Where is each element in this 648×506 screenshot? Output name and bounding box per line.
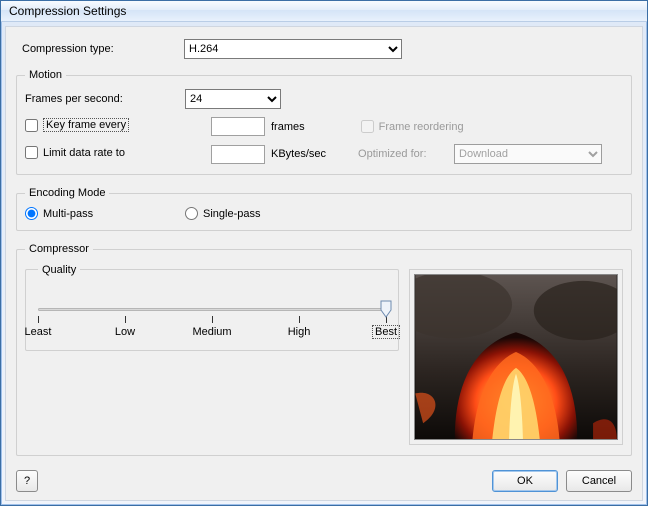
slider-label-low: Low [115,326,135,338]
motion-group: Motion Frames per second: 24 Key frame e… [16,69,632,175]
limit-rate-checkbox[interactable]: Limit data rate to [25,146,125,159]
optimized-for-label: Optimized for: [358,148,454,160]
slider-tick [38,316,39,323]
keyframe-label: Key frame every [43,118,129,132]
slider-tick [125,316,126,323]
compression-settings-window: Compression Settings Compression type: H… [0,0,648,506]
slider-label-high: High [288,326,311,338]
compressor-legend: Compressor [25,243,93,255]
quality-group: Quality LeastLowMediumHighBest [25,269,399,351]
encoding-mode-group: Encoding Mode Multi-pass Single-pass [16,187,632,231]
keyframe-input[interactable] [211,117,265,136]
dialog-footer: ? OK Cancel [16,460,632,492]
multi-pass-input[interactable] [25,207,38,220]
frame-reordering-input [361,120,374,133]
single-pass-input[interactable] [185,207,198,220]
limit-rate-value[interactable] [211,145,265,164]
single-pass-radio[interactable]: Single-pass [185,207,260,220]
quality-slider[interactable]: LeastLowMediumHighBest [38,298,386,338]
compression-type-select[interactable]: H.264 [184,39,402,59]
window-title: Compression Settings [9,4,126,18]
cancel-button[interactable]: Cancel [566,470,632,492]
limit-rate-input[interactable] [25,146,38,159]
slider-thumb[interactable] [380,300,392,318]
ok-button[interactable]: OK [492,470,558,492]
preview-image [414,274,618,440]
keyframe-checkbox-input[interactable] [25,119,38,132]
slider-tick [299,316,300,323]
slider-label-medium: Medium [192,326,231,338]
keyframe-unit: frames [271,121,305,133]
limit-rate-unit: KBytes/sec [271,148,326,160]
single-pass-label: Single-pass [203,208,260,220]
slider-track [38,308,386,311]
encoding-mode-legend: Encoding Mode [25,187,109,199]
quality-legend: Quality [38,264,80,276]
slider-label-best: Best [372,326,400,338]
help-button[interactable]: ? [16,470,38,492]
compression-type-label: Compression type: [16,43,184,55]
motion-legend: Motion [25,69,66,81]
keyframe-checkbox[interactable]: Key frame every [25,118,129,132]
limit-rate-label: Limit data rate to [43,147,125,159]
compressor-group: Compressor Quality Least Low Medium High Bes… [16,243,632,456]
slider-label-least: Least [25,326,52,338]
frame-reordering-checkbox: Frame reordering [361,120,464,133]
frame-reordering-label: Frame reordering [379,121,464,133]
fps-select[interactable]: 24 [185,89,281,109]
titlebar[interactable]: Compression Settings [1,1,647,22]
slider-tick [212,316,213,323]
optimized-for-select: Download [454,144,602,164]
preview-frame [409,269,623,445]
multi-pass-radio[interactable]: Multi-pass [25,207,185,220]
fps-label: Frames per second: [25,93,185,105]
client-area: Compression type: H.264 Motion Frames pe… [5,26,643,501]
multi-pass-label: Multi-pass [43,208,93,220]
